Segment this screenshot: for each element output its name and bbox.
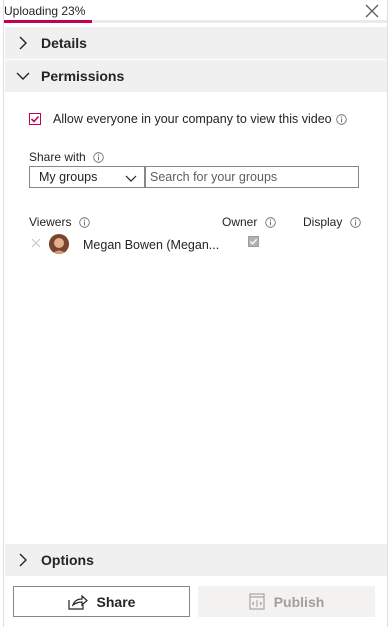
avatar [49, 234, 69, 254]
viewer-row: Megan Bowen (Megan... [29, 233, 369, 257]
allow-everyone-checkbox[interactable] [29, 113, 41, 125]
details-section-header[interactable]: Details [5, 27, 387, 59]
owner-column-label: Owner [222, 215, 258, 229]
checkmark-icon [249, 238, 258, 245]
chevron-down-icon [125, 175, 137, 182]
upload-progress-fill [4, 20, 93, 23]
options-section-label: Options [41, 552, 94, 568]
remove-viewer-icon[interactable] [31, 238, 41, 248]
viewers-column-label: Viewers [29, 215, 72, 229]
publish-icon [249, 593, 265, 610]
group-type-value: My groups [39, 170, 98, 184]
share-icon [67, 594, 88, 610]
video-upload-panel: Uploading 23% Details Permissions Allow … [3, 0, 388, 627]
share-button[interactable]: Share [13, 586, 190, 617]
info-icon[interactable] [93, 152, 104, 164]
chevron-right-icon [19, 553, 27, 567]
upload-status-text: Uploading 23% [4, 4, 86, 18]
upload-status-bar: Uploading 23% [4, 0, 387, 24]
close-button[interactable] [363, 2, 381, 20]
publish-button-label: Publish [273, 593, 325, 610]
group-search-input[interactable] [145, 166, 359, 188]
share-with-label-row: Share with [29, 150, 104, 164]
checkmark-icon [30, 115, 40, 123]
info-icon[interactable] [335, 113, 347, 125]
permissions-section-header[interactable]: Permissions [5, 60, 387, 92]
share-with-label: Share with [29, 150, 86, 164]
allow-everyone-label: Allow everyone in your company to view t… [53, 112, 332, 126]
viewers-column-header: Viewers [29, 215, 90, 229]
chevron-right-icon [19, 36, 27, 50]
info-icon[interactable] [264, 217, 276, 229]
avatar-portrait-icon [49, 234, 69, 254]
group-type-select[interactable]: My groups [29, 166, 145, 188]
permissions-section-label: Permissions [41, 68, 125, 84]
viewer-name: Megan Bowen (Megan... [83, 238, 220, 252]
publish-button[interactable]: Publish [198, 586, 375, 617]
close-icon[interactable] [363, 2, 381, 20]
chevron-down-icon [16, 72, 30, 80]
info-icon[interactable] [350, 217, 361, 229]
owner-checkbox [248, 236, 259, 247]
details-section-label: Details [41, 35, 87, 51]
allow-everyone-row: Allow everyone in your company to view t… [29, 112, 347, 126]
owner-column-header: Owner [222, 215, 276, 229]
share-button-label: Share [96, 593, 136, 610]
display-column-label: Display [303, 215, 343, 229]
upload-progress-track [4, 20, 387, 23]
info-icon[interactable] [79, 217, 90, 229]
display-column-header: Display [303, 215, 361, 229]
options-section-header[interactable]: Options [5, 544, 387, 576]
